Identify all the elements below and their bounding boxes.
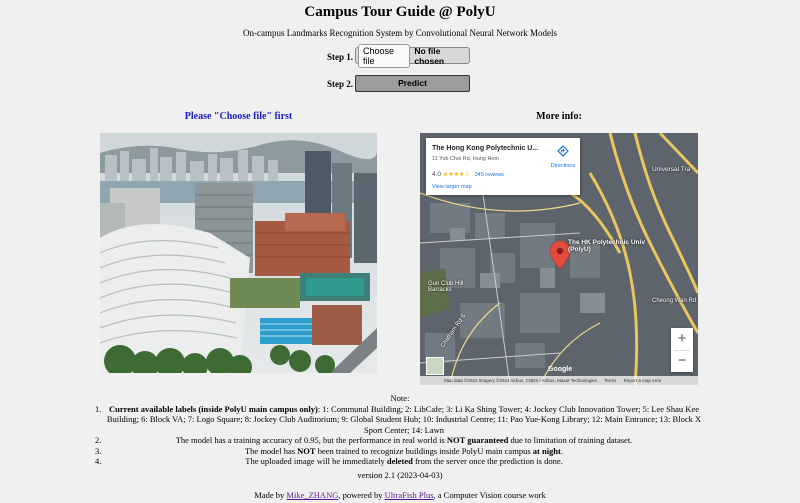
- step2-label: Step 2.: [327, 79, 354, 89]
- rating-stars: ★★★★☆: [442, 172, 470, 178]
- map-label-cheong: Cheong Wan Rd: [652, 298, 697, 304]
- map-label-univ: The HK Polytechnic Univ (PolyU): [568, 239, 645, 253]
- map-label-universal: Universal Tra: [652, 166, 691, 173]
- notes-section: Note: 1. Current available labels (insid…: [0, 393, 800, 467]
- report-link[interactable]: Report a map error: [624, 378, 662, 383]
- file-input[interactable]: Choose file No file chosen: [355, 43, 470, 68]
- note-item: 1. Current available labels (inside Poly…: [95, 403, 702, 435]
- place-rating: 4.0 ★★★★☆ 345 reviews: [432, 171, 504, 178]
- rating-value: 4.0: [432, 171, 442, 178]
- note-item: 3. The model has NOT been trained to rec…: [95, 445, 563, 456]
- version-text: version 2.1 (2023-04-03): [357, 470, 443, 480]
- terms-link[interactable]: Terms: [604, 378, 616, 383]
- page-subtitle: On-campus Landmarks Recognition System b…: [243, 28, 557, 38]
- google-logo: Google: [548, 366, 573, 373]
- zoom-out-button[interactable]: −: [671, 350, 693, 372]
- map-type-thumbnail[interactable]: [426, 357, 444, 375]
- directions-icon: [557, 145, 569, 157]
- google-map[interactable]: The HK Polytechnic Univ (PolyU) Gun Club…: [420, 133, 698, 385]
- choose-file-message: Please "Choose file" first: [184, 111, 293, 122]
- map-info-card: The Hong Kong Polytechnic U... 11 Yuk Ch…: [426, 138, 580, 195]
- map-label-barracks: Gun Club Hill Barracks: [428, 281, 464, 293]
- step1-label: Step 1.: [327, 52, 354, 62]
- more-info-heading: More info:: [536, 111, 582, 122]
- view-larger-map-link[interactable]: View larger map: [432, 184, 472, 190]
- credits: Made by Mike_ZHANG, powered by UltraFish…: [254, 490, 546, 500]
- map-attribution: Map data ©2024 Imagery ©2024 Airbus, CNE…: [420, 376, 698, 385]
- place-address: 11 Yuk Choi Rd, Hung Hom: [432, 156, 500, 162]
- notes-heading: Note:: [390, 393, 410, 403]
- page-title: Campus Tour Guide @ PolyU: [304, 4, 496, 20]
- place-name: The Hong Kong Polytechnic U...: [432, 145, 539, 152]
- attribution-text: Map data ©2024 Imagery ©2024 Airbus, CNE…: [444, 378, 597, 383]
- directions-label: Directions: [550, 163, 576, 169]
- note-item: 4. The uploaded image will be immediatel…: [95, 456, 563, 466]
- zoom-controls: + −: [671, 328, 693, 372]
- note-item: 2. The model has a training accuracy of …: [95, 435, 633, 445]
- predict-button[interactable]: Predict: [355, 75, 470, 92]
- campus-photo: [100, 133, 377, 373]
- author-link[interactable]: Mike_ZHANG: [286, 490, 338, 500]
- directions-button[interactable]: Directions: [546, 144, 580, 169]
- zoom-in-button[interactable]: +: [671, 328, 693, 350]
- powered-by-link[interactable]: UltraFish Plus: [385, 490, 434, 500]
- choose-file-button[interactable]: Choose file: [358, 43, 411, 68]
- reviews-link[interactable]: 345 reviews: [475, 172, 504, 178]
- file-status: No file chosen: [414, 45, 445, 66]
